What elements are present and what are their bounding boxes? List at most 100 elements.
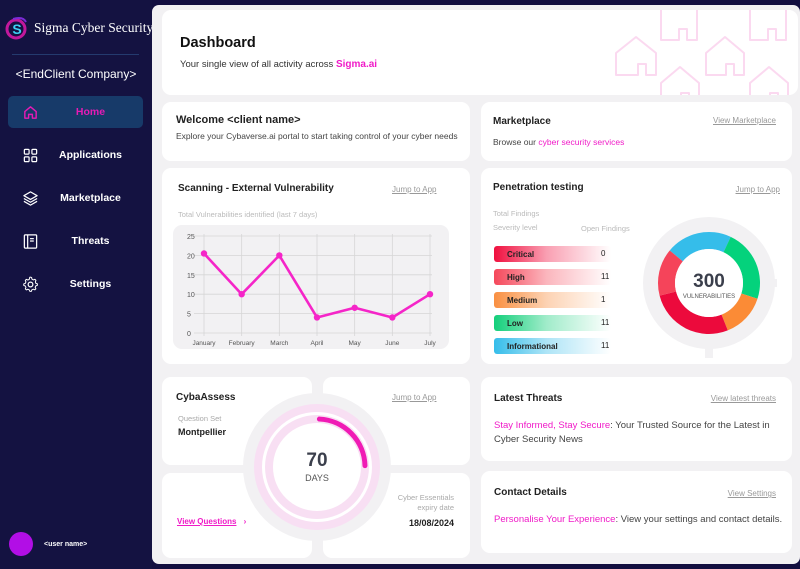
sidebar-item-label: Applications xyxy=(58,149,122,161)
severity-row-informational: Informational xyxy=(494,338,611,354)
vulnerability-line-chart: 0 5 10 15 20 25 January February March April May Ju… xyxy=(187,234,437,347)
severity-row-critical: Critical xyxy=(494,246,611,262)
welcome-title: Welcome <client name> xyxy=(176,114,301,126)
severity-label: Low xyxy=(507,318,523,328)
main-content: Dashboard Your single view of all activi… xyxy=(152,5,800,564)
brand-logo-icon: S xyxy=(5,16,29,40)
page-subtitle: Your single view of all activity across … xyxy=(180,59,378,70)
scanning-card: Scanning - External Vulnerability Jump t… xyxy=(162,168,470,364)
open-findings-label: Open Findings xyxy=(581,224,630,233)
severity-row-medium: Medium xyxy=(494,292,611,308)
y-tick-label: 20 xyxy=(187,253,195,260)
y-tick-label: 25 xyxy=(187,234,195,241)
gear-icon xyxy=(23,276,38,292)
sidebar: S Sigma Cyber Security <EndClient Compan… xyxy=(0,0,153,569)
view-questions-link[interactable]: View Questions › xyxy=(177,517,246,526)
donut-total: 300 xyxy=(693,271,725,292)
severity-label: Informational xyxy=(507,341,558,351)
company-name: <EndClient Company> xyxy=(15,67,137,81)
sidebar-item-label: Home xyxy=(75,106,106,118)
cybaassess-jump-link[interactable]: Jump to App xyxy=(392,393,436,402)
total-findings-label: Total Findings xyxy=(493,209,540,218)
data-point[interactable] xyxy=(238,291,245,298)
avatar[interactable] xyxy=(9,532,33,556)
scanning-jump-link[interactable]: Jump to App xyxy=(392,185,436,194)
days-value: 70 xyxy=(306,450,328,471)
latest-threats-card: Latest Threats View latest threats Stay … xyxy=(481,377,792,461)
x-tick-label: April xyxy=(310,340,324,347)
sigma-link[interactable]: Sigma.ai xyxy=(336,59,377,70)
sidebar-item-label: Threats xyxy=(71,235,110,247)
latest-threats-title: Latest Threats xyxy=(494,393,563,404)
data-point[interactable] xyxy=(276,252,283,259)
cybaassess-title: CybaAssess xyxy=(176,392,236,403)
severity-value: 11 xyxy=(601,341,610,350)
expiry-label: Cyber Essentials expiry date xyxy=(397,493,454,512)
home-icon xyxy=(24,106,37,119)
houses-pattern-icon xyxy=(615,10,789,95)
grid-icon xyxy=(23,148,38,163)
x-tick-label: June xyxy=(385,340,399,347)
question-set-label: Question Set xyxy=(178,414,222,423)
data-point[interactable] xyxy=(313,314,321,321)
view-settings-link[interactable]: View Settings xyxy=(728,489,776,498)
latest-threats-text: Stay Informed, Stay Secure: Your Trusted… xyxy=(494,420,770,445)
marketplace-title: Marketplace xyxy=(493,116,551,127)
sidebar-item-label: Settings xyxy=(69,278,112,290)
y-tick-label: 0 xyxy=(187,331,191,338)
brand-name: Sigma Cyber Security xyxy=(34,20,154,35)
cyber-security-services-link[interactable]: cyber security services xyxy=(538,137,624,147)
view-marketplace-link[interactable]: View Marketplace xyxy=(713,116,776,125)
pentest-title: Penetration testing xyxy=(493,182,584,193)
sidebar-nav: Home Applications Marketplace Threats Se… xyxy=(8,96,143,311)
question-set-value: Montpellier xyxy=(178,427,227,437)
severity-row-high: High xyxy=(494,269,611,285)
severity-label: Medium xyxy=(507,295,538,305)
data-point[interactable] xyxy=(351,304,358,311)
vulnerability-chart-container: 0 5 10 15 20 25 January February March April May Ju… xyxy=(173,225,449,349)
x-tick-label: July xyxy=(424,340,436,347)
marketplace-text: Browse our cyber security services xyxy=(493,137,625,147)
expiry-date: 18/08/2024 xyxy=(408,518,454,528)
severity-label: High xyxy=(507,272,525,282)
y-tick-label: 5 xyxy=(187,312,191,319)
severity-value: 11 xyxy=(601,318,610,327)
contact-details-text: Personalise Your Experience: View your s… xyxy=(494,514,783,525)
welcome-text: Explore your Cybaverse.ai portal to star… xyxy=(176,131,458,141)
sidebar-item-threats[interactable]: Threats xyxy=(8,225,143,257)
sidebar-item-marketplace[interactable]: Marketplace xyxy=(8,182,143,214)
vulnerability-donut-chart: 300 VULNERABILITIES xyxy=(643,217,777,358)
severity-level-label: Severity level xyxy=(493,223,538,232)
user-profile[interactable]: <user name> xyxy=(9,532,87,556)
severity-value: 0 xyxy=(601,249,606,258)
data-point[interactable] xyxy=(426,291,434,298)
x-tick-label: March xyxy=(270,340,288,347)
severity-value: 11 xyxy=(601,272,610,281)
sidebar-item-label: Marketplace xyxy=(60,192,121,204)
svg-text:S: S xyxy=(12,21,21,37)
sidebar-item-applications[interactable]: Applications xyxy=(8,139,143,171)
y-tick-label: 10 xyxy=(187,292,195,299)
sidebar-item-settings[interactable]: Settings xyxy=(8,268,143,300)
contact-details-title: Contact Details xyxy=(494,487,567,498)
personalise-highlight[interactable]: Personalise Your Experience xyxy=(494,514,615,525)
threats-highlight[interactable]: Stay Informed, Stay Secure xyxy=(494,420,610,431)
sidebar-divider xyxy=(12,54,139,55)
days-label: DAYS xyxy=(305,473,329,483)
view-latest-threats-link[interactable]: View latest threats xyxy=(711,394,776,403)
notebook-icon xyxy=(23,234,38,249)
scanning-subtitle: Total Vulnerabilities identified (last 7… xyxy=(178,210,318,219)
layers-icon xyxy=(23,191,38,206)
user-name: <user name> xyxy=(44,540,88,548)
donut-label: VULNERABILITIES xyxy=(683,294,735,300)
x-tick-label: February xyxy=(229,340,256,347)
donut-connector xyxy=(705,343,713,358)
contact-details-card: Contact Details View Settings Personalis… xyxy=(481,471,792,553)
pentest-jump-link[interactable]: Jump to App xyxy=(736,185,780,194)
marketplace-card: Marketplace View Marketplace Browse our … xyxy=(481,102,792,161)
x-tick-label: May xyxy=(349,340,362,347)
data-point[interactable] xyxy=(389,314,396,321)
sidebar-item-home[interactable]: Home xyxy=(8,96,143,128)
data-point[interactable] xyxy=(200,250,208,257)
brand[interactable]: S Sigma Cyber Security xyxy=(5,16,153,40)
